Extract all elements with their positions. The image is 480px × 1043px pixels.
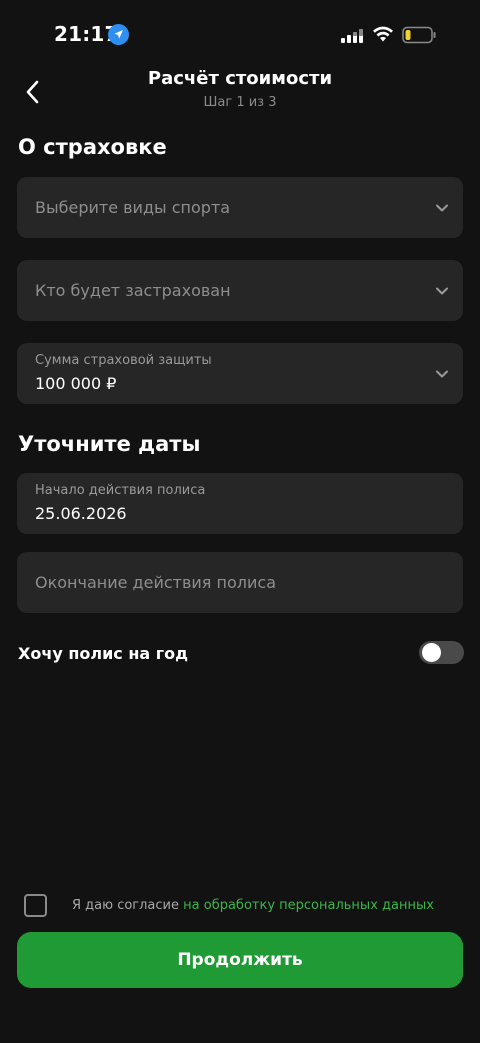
chevron-down-icon — [436, 287, 448, 295]
consent-prefix: Я даю согласие — [72, 898, 184, 913]
page-title: Расчёт стоимости — [147, 68, 333, 89]
policy-start-date-value: 25.06.2026 — [35, 504, 127, 523]
cellular-signal-icon — [341, 29, 363, 43]
consent-text: Я даю согласие на обработку персональных… — [72, 898, 434, 913]
coverage-amount-label: Сумма страховой защиты — [35, 353, 212, 368]
insured-person-placeholder: Кто будет застрахован — [35, 281, 231, 300]
step-indicator: Шаг 1 из 3 — [203, 95, 277, 110]
sports-select-placeholder: Выберите виды спорта — [35, 198, 231, 217]
coverage-amount-select[interactable]: Сумма страховой защиты 100 000 ₽ — [17, 343, 463, 404]
battery-low-icon — [402, 26, 436, 44]
policy-start-date-label: Начало действия полиса — [35, 483, 206, 498]
status-bar: 21:17 — [0, 0, 480, 70]
policy-start-date-field[interactable]: Начало действия полиса 25.06.2026 — [17, 473, 463, 534]
wifi-icon — [373, 26, 393, 42]
dates-section-title: Уточните даты — [18, 432, 201, 456]
insured-person-select[interactable]: Кто будет застрахован — [17, 260, 463, 321]
policy-end-date-field[interactable]: Окончание действия полиса — [17, 552, 463, 613]
location-arrow-icon — [108, 24, 129, 45]
policy-end-date-placeholder: Окончание действия полиса — [35, 573, 276, 592]
chevron-down-icon — [436, 370, 448, 378]
chevron-down-icon — [436, 204, 448, 212]
sports-select[interactable]: Выберите виды спорта — [17, 177, 463, 238]
coverage-amount-value: 100 000 ₽ — [35, 374, 117, 393]
continue-button[interactable]: Продолжить — [17, 932, 463, 988]
year-policy-toggle[interactable] — [419, 641, 464, 664]
insurance-section-title: О страховке — [18, 135, 167, 159]
year-policy-label: Хочу полис на год — [18, 644, 189, 663]
toggle-knob — [422, 643, 441, 662]
consent-checkbox[interactable] — [24, 894, 47, 917]
personal-data-link[interactable]: на обработку персональных данных — [183, 898, 434, 913]
